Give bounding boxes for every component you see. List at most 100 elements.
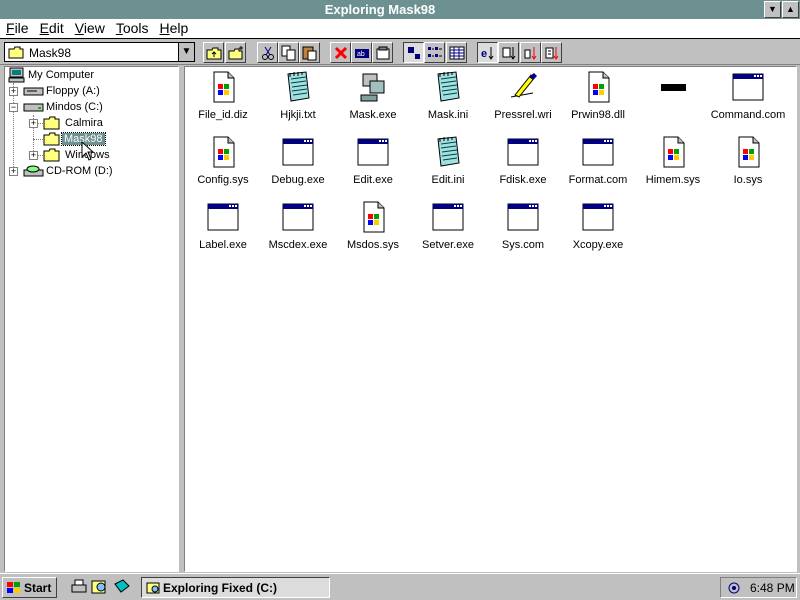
find-icon[interactable] <box>91 578 109 596</box>
file-item[interactable]: Setver.exe <box>410 201 486 251</box>
menu-tools[interactable]: Tools <box>110 19 154 38</box>
minimize-button[interactable]: ▼ <box>764 1 781 18</box>
file-name: Mask.ini <box>427 109 469 121</box>
file-name: Mask.exe <box>349 109 397 121</box>
file-item[interactable]: Label.exe <box>185 201 261 251</box>
expand-plus-icon[interactable]: + <box>9 167 18 176</box>
network-icon[interactable] <box>726 580 742 596</box>
tree-label: Calmira <box>65 117 103 129</box>
window-app-icon <box>582 201 614 233</box>
file-item[interactable]: Prwin98.dll <box>560 71 636 121</box>
file-name: Sys.com <box>501 239 545 251</box>
file-item[interactable]: Edit.exe <box>335 136 411 186</box>
printer-icon[interactable] <box>70 578 88 596</box>
file-item[interactable]: Pressrel.wri <box>485 71 561 121</box>
sort-type-button[interactable] <box>498 42 519 63</box>
file-item[interactable]: Format.com <box>560 136 636 186</box>
clock[interactable]: 6:48 PM <box>750 581 795 595</box>
path-value: Mask98 <box>29 46 72 60</box>
start-button[interactable]: Start <box>2 577 57 598</box>
expand-plus-icon[interactable]: + <box>29 151 38 160</box>
file-item[interactable]: File_id.diz <box>185 71 261 121</box>
tree-label: My Computer <box>28 69 95 81</box>
properties-button[interactable] <box>372 42 393 63</box>
windows-logo-doc-icon <box>357 201 389 233</box>
folder-tree-pane[interactable]: My Computer + Floppy (A:) − Mindos (C:) … <box>4 66 179 572</box>
tree-item-mindos-c[interactable]: − Mindos (C:) <box>7 99 177 115</box>
tree-label: Mindos (C:) <box>46 101 103 113</box>
file-name: Setver.exe <box>422 239 474 251</box>
menu-edit[interactable]: Edit <box>34 19 69 38</box>
tree-item-windows[interactable]: + Windows <box>27 147 177 163</box>
file-item[interactable]: Himem.sys <box>635 136 711 186</box>
delete-x-icon <box>334 46 348 60</box>
tree-item-my-computer[interactable]: My Computer <box>7 67 177 83</box>
system-tray: 6:48 PM <box>720 577 797 598</box>
file-item[interactable] <box>635 71 711 109</box>
paste-button[interactable] <box>299 42 320 63</box>
sort-date-button[interactable] <box>541 42 562 63</box>
cut-button[interactable] <box>257 42 278 63</box>
title-bar[interactable]: Exploring Mask98 ▼ ▲ <box>0 0 800 19</box>
windows-logo-doc-icon <box>657 136 689 168</box>
small-icons-view-button[interactable] <box>424 42 445 63</box>
file-item[interactable]: Msdos.sys <box>335 201 411 251</box>
window-app-icon <box>207 201 239 233</box>
file-item[interactable]: Mask.exe <box>335 71 411 121</box>
details-icon <box>449 46 465 60</box>
file-item[interactable]: Sys.com <box>485 201 561 251</box>
copy-button[interactable] <box>278 42 299 63</box>
rename-button[interactable]: ab <box>351 42 372 63</box>
expand-plus-icon[interactable]: + <box>29 119 38 128</box>
tree-item-floppy[interactable]: + Floppy (A:) <box>7 83 177 99</box>
window-title: Exploring Mask98 <box>324 2 436 17</box>
sort-type-icon <box>502 47 516 60</box>
task-exploring-fixed-c[interactable]: Exploring Fixed (C:) <box>141 577 330 598</box>
file-item[interactable]: Io.sys <box>710 136 786 186</box>
file-name: Prwin98.dll <box>571 109 625 121</box>
tree-item-calmira[interactable]: + Calmira <box>27 115 177 131</box>
file-item[interactable]: Debug.exe <box>260 136 336 186</box>
up-one-level-button[interactable] <box>203 42 224 63</box>
file-item[interactable]: Fdisk.exe <box>485 136 561 186</box>
tree-item-cdrom[interactable]: + CD-ROM (D:) <box>7 163 177 179</box>
start-label: Start <box>24 581 52 595</box>
menu-file[interactable]: File <box>0 19 34 38</box>
open-folder-icon <box>43 132 60 146</box>
properties-icon <box>376 46 390 60</box>
paste-icon <box>302 46 317 61</box>
tree-item-mask98[interactable]: Mask98 <box>27 131 177 147</box>
file-item[interactable]: Edit.ini <box>410 136 486 186</box>
hard-drive-icon <box>23 103 44 112</box>
dropdown-arrow-icon[interactable]: ▼ <box>178 43 194 61</box>
sort-name-button[interactable]: e <box>477 42 498 63</box>
delete-button[interactable] <box>330 42 351 63</box>
file-name: Hjkji.txt <box>280 109 316 121</box>
menu-view[interactable]: View <box>69 19 110 38</box>
file-item[interactable]: Xcopy.exe <box>560 201 636 251</box>
file-item[interactable]: Hjkji.txt <box>260 71 336 121</box>
window-app-icon <box>282 201 314 233</box>
folder-icon <box>8 46 24 59</box>
tree-label: CD-ROM (D:) <box>46 165 113 177</box>
file-item[interactable]: Mask.ini <box>410 71 486 121</box>
file-list-pane[interactable]: File_id.diz Hjkji.txt Mask.exe Mask.ini Pres… <box>184 66 797 572</box>
path-combobox[interactable]: Mask98 ▼ <box>4 42 195 62</box>
menu-help[interactable]: Help <box>154 19 194 38</box>
collapse-minus-icon[interactable]: − <box>9 103 18 112</box>
file-item[interactable]: Command.com <box>710 71 786 121</box>
task-label: Exploring Fixed (C:) <box>163 581 277 595</box>
scissors-icon <box>262 46 274 60</box>
details-view-button[interactable] <box>446 42 467 63</box>
maximize-button[interactable]: ▲ <box>782 1 799 18</box>
computer-icon <box>8 67 25 83</box>
sort-size-button[interactable] <box>520 42 541 63</box>
expand-plus-icon[interactable]: + <box>9 87 18 96</box>
new-folder-button[interactable] <box>225 42 246 63</box>
file-name: Edit.exe <box>353 174 393 186</box>
large-icons-view-button[interactable] <box>403 42 424 63</box>
file-item[interactable]: Mscdex.exe <box>260 201 336 251</box>
window-app-icon <box>432 201 464 233</box>
notes-icon[interactable] <box>113 578 131 596</box>
file-item[interactable]: Config.sys <box>185 136 261 186</box>
